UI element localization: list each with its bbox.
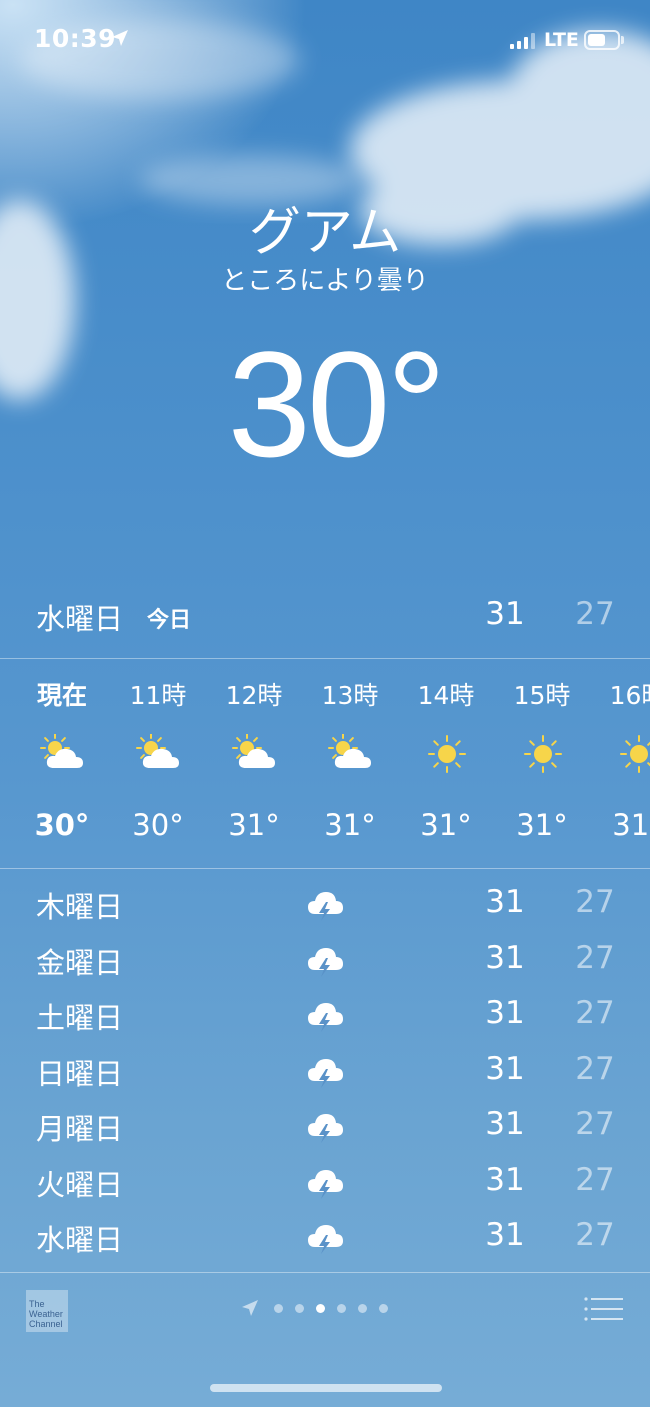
page-dot[interactable] [274, 1304, 283, 1313]
thunderstorm-icon [305, 1162, 345, 1202]
day-high: 31 [485, 884, 525, 920]
day-name: 水曜日 [36, 1223, 124, 1257]
hourly-item: 15時 31° [497, 660, 587, 868]
daily-row: 水曜日 31 27 [0, 1209, 650, 1264]
day-name: 木曜日 [36, 890, 124, 924]
city-name: グアム [248, 203, 402, 263]
hourly-time: 15時 [513, 681, 571, 710]
hourly-temp: 31° [516, 808, 568, 842]
hourly-item: 11時 30° [113, 660, 203, 868]
partly-cloudy-icon [328, 733, 374, 774]
hourly-time: 12時 [225, 681, 283, 710]
page-dot[interactable] [295, 1304, 304, 1313]
page-dot[interactable] [358, 1304, 367, 1313]
hourly-time: 14時 [417, 681, 475, 710]
battery-icon [584, 30, 620, 50]
daily-row: 土曜日 31 27 [0, 987, 650, 1042]
thunderstorm-icon [305, 884, 345, 924]
day-name: 土曜日 [36, 1001, 124, 1035]
day-high: 31 [485, 1161, 525, 1198]
daily-row: 月曜日 31 27 [0, 1098, 650, 1153]
day-low: 27 [575, 995, 615, 1031]
weather-channel-logo[interactable]: The Weather Channel [26, 1290, 68, 1332]
divider [0, 868, 650, 869]
day-low: 27 [575, 939, 615, 976]
hourly-temp: 31° [324, 808, 376, 842]
today-day: 水曜日 [36, 602, 124, 636]
hourly-temp: 30° [132, 808, 184, 842]
day-high: 31 [485, 995, 525, 1031]
partly-cloudy-icon [40, 733, 86, 774]
page-indicator[interactable] [240, 1298, 420, 1318]
current-temperature: 30° [227, 320, 447, 488]
divider [0, 658, 650, 659]
signal-strength-icon [510, 33, 536, 49]
daily-row: 日曜日 31 27 [0, 1043, 650, 1098]
current-location-icon [242, 1300, 258, 1316]
page-dot[interactable] [316, 1304, 325, 1313]
logo-text-line: The [29, 1299, 45, 1309]
day-low: 27 [575, 1106, 615, 1142]
battery-cap [621, 36, 624, 44]
page-dot[interactable] [379, 1304, 388, 1313]
day-low: 27 [575, 1217, 615, 1253]
today-low: 27 [575, 596, 615, 632]
thunderstorm-icon [305, 1106, 345, 1146]
hourly-temp: 30° [34, 808, 90, 842]
hourly-time: 現在 [36, 681, 87, 710]
day-low: 27 [575, 1161, 615, 1198]
day-low: 27 [575, 1050, 615, 1087]
weather-condition: ところにより曇り [221, 266, 429, 296]
sun-icon [424, 734, 470, 774]
partly-cloudy-icon [232, 733, 278, 774]
day-name: 月曜日 [36, 1112, 124, 1146]
thunderstorm-icon [305, 940, 345, 980]
today-summary: 水曜日 今日 31 27 [0, 594, 650, 640]
hourly-time: 16時 [609, 681, 650, 710]
day-high: 31 [485, 939, 525, 976]
day-high: 31 [485, 1050, 525, 1087]
partly-cloudy-icon [136, 733, 182, 774]
day-high: 31 [485, 1106, 525, 1142]
logo-text-line: Weather [29, 1309, 63, 1319]
hourly-item: 13時 31° [305, 660, 395, 868]
hourly-time: 11時 [129, 681, 187, 710]
day-low: 27 [575, 884, 615, 920]
day-high: 31 [485, 1217, 525, 1253]
location-arrow-icon [112, 30, 128, 46]
hourly-forecast[interactable]: 現在 30° 11時 30° 12時 31° 13時 31° 14時 31° 15時 31° 1… [0, 660, 650, 868]
home-indicator[interactable] [210, 1384, 442, 1392]
thunderstorm-icon [305, 1217, 345, 1257]
hourly-item: 14時 31° [401, 660, 491, 868]
network-type: LTE [544, 29, 579, 51]
page-dot[interactable] [337, 1304, 346, 1313]
daily-row: 火曜日 31 27 [0, 1154, 650, 1209]
today-high: 31 [485, 596, 525, 632]
daily-row: 木曜日 31 27 [0, 876, 650, 931]
status-time: 10:39 [34, 24, 117, 53]
hourly-item: 12時 31° [209, 660, 299, 868]
thunderstorm-icon [305, 1051, 345, 1091]
day-name: 金曜日 [36, 945, 124, 980]
hourly-time: 13時 [321, 681, 379, 710]
hourly-temp: 31° [420, 808, 472, 842]
day-name: 火曜日 [36, 1167, 124, 1202]
today-label: 今日 [147, 608, 192, 633]
hourly-temp: 31° [228, 808, 280, 842]
city-list-button[interactable] [584, 1296, 624, 1322]
hourly-item: 現在 30° [17, 660, 107, 868]
hourly-temp: 31° [612, 808, 650, 842]
logo-text-line: Channel [29, 1319, 63, 1329]
day-name: 日曜日 [36, 1056, 124, 1091]
sun-icon [616, 734, 650, 774]
sun-icon [520, 734, 566, 774]
daily-row: 金曜日 31 27 [0, 932, 650, 987]
thunderstorm-icon [305, 995, 345, 1035]
divider [0, 1272, 650, 1273]
hourly-item: 16時 31° [593, 660, 650, 868]
